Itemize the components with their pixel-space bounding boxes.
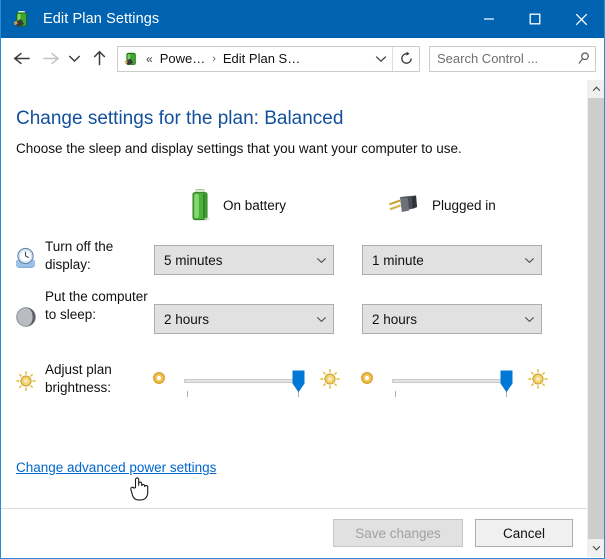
dropdown-value: 2 hours bbox=[372, 311, 418, 327]
address-bar[interactable]: « Powe… › Edit Plan S… bbox=[117, 45, 420, 72]
chevron-down-icon bbox=[517, 316, 541, 323]
breadcrumb-item-power-options[interactable]: Powe… bbox=[157, 51, 209, 66]
dropdown-sleep-plugged-in[interactable]: 2 hours bbox=[362, 304, 542, 334]
slider-thumb[interactable] bbox=[500, 370, 513, 393]
maximize-button[interactable] bbox=[512, 0, 558, 38]
chevron-down-icon bbox=[517, 257, 541, 264]
chevron-down-icon bbox=[309, 316, 333, 323]
slider-tick bbox=[187, 391, 188, 397]
dim-sun-icon bbox=[359, 370, 375, 391]
slider-brightness-plugged-in[interactable] bbox=[359, 366, 559, 400]
column-label: Plugged in bbox=[432, 197, 496, 213]
title-bar: Edit Plan Settings bbox=[1, 0, 604, 38]
dim-sun-icon bbox=[151, 370, 167, 391]
forward-button bbox=[37, 44, 63, 74]
double-chevron-separator: « bbox=[146, 51, 153, 66]
cancel-button[interactable]: Cancel bbox=[475, 519, 573, 547]
hand-pointer-cursor bbox=[129, 473, 151, 506]
search-box[interactable] bbox=[429, 45, 596, 72]
display-clock-icon bbox=[15, 247, 37, 269]
dropdown-turn-off-display-on-battery[interactable]: 5 minutes bbox=[154, 245, 334, 275]
save-changes-button[interactable]: Save changes bbox=[333, 519, 463, 547]
dropdown-value: 5 minutes bbox=[164, 252, 223, 268]
search-icon[interactable] bbox=[571, 51, 595, 66]
setting-row-brightness: Adjust plan brightness: bbox=[1, 358, 587, 404]
edit-plan-settings-window: Edit Plan Settings « Powe… › Edit Plan S… bbox=[0, 0, 605, 559]
setting-row-turn-off-display: Turn off the display: 5 minutes 1 minute bbox=[1, 235, 587, 281]
content-area: Change settings for the plan: Balanced C… bbox=[1, 80, 604, 557]
slider-thumb[interactable] bbox=[292, 370, 305, 393]
close-button[interactable] bbox=[558, 0, 604, 38]
slider-brightness-on-battery[interactable] bbox=[151, 366, 351, 400]
sleep-moon-icon bbox=[15, 306, 37, 328]
column-headers: On battery Plugged in bbox=[1, 186, 587, 224]
window-controls bbox=[466, 0, 604, 38]
setting-label: Turn off the display: bbox=[45, 239, 114, 272]
page-title: Change settings for the plan: Balanced bbox=[16, 108, 344, 129]
setting-row-sleep: Put the computer to sleep: 2 hours 2 hou… bbox=[1, 285, 587, 341]
footer-bar: Save changes Cancel bbox=[1, 508, 587, 557]
chevron-down-icon[interactable] bbox=[370, 47, 392, 71]
search-input[interactable] bbox=[430, 47, 571, 70]
chevron-down-icon bbox=[309, 257, 333, 264]
bright-sun-icon bbox=[319, 368, 341, 395]
bright-sun-icon bbox=[527, 368, 549, 395]
brightness-sun-icon bbox=[15, 370, 37, 392]
setting-label: Adjust plan brightness: bbox=[45, 362, 112, 395]
page-subtitle: Choose the sleep and display settings th… bbox=[16, 141, 462, 156]
column-label: On battery bbox=[223, 197, 287, 213]
scrollbar-down-arrow[interactable] bbox=[588, 539, 604, 557]
breadcrumb-separator-icon: › bbox=[212, 52, 216, 65]
power-plug-icon bbox=[386, 193, 420, 217]
navigation-toolbar: « Powe… › Edit Plan S… bbox=[1, 38, 604, 80]
slider-track[interactable] bbox=[184, 379, 301, 383]
refresh-icon[interactable] bbox=[392, 46, 419, 71]
dropdown-value: 2 hours bbox=[164, 311, 210, 327]
dropdown-turn-off-display-plugged-in[interactable]: 1 minute bbox=[362, 245, 542, 275]
settings-panel: Change settings for the plan: Balanced C… bbox=[1, 80, 587, 557]
dropdown-sleep-on-battery[interactable]: 2 hours bbox=[154, 304, 334, 334]
minimize-button[interactable] bbox=[466, 0, 512, 38]
battery-icon bbox=[189, 188, 211, 222]
dropdown-value: 1 minute bbox=[372, 252, 424, 268]
vertical-scrollbar[interactable] bbox=[587, 80, 604, 557]
power-plan-battery-icon bbox=[12, 9, 32, 29]
change-advanced-power-settings-link[interactable]: Change advanced power settings bbox=[16, 460, 216, 475]
scrollbar-thumb[interactable] bbox=[588, 98, 604, 539]
setting-label: Put the computer to sleep: bbox=[45, 289, 148, 322]
window-title: Edit Plan Settings bbox=[43, 11, 160, 27]
column-header-plugged-in: Plugged in bbox=[386, 186, 496, 224]
breadcrumb-item-edit-plan-settings[interactable]: Edit Plan S… bbox=[220, 51, 303, 66]
power-plan-battery-icon bbox=[123, 50, 140, 67]
slider-tick bbox=[395, 391, 396, 397]
recent-pages-button[interactable] bbox=[63, 44, 85, 74]
slider-track[interactable] bbox=[392, 379, 509, 383]
column-header-on-battery: On battery bbox=[189, 186, 286, 224]
scrollbar-up-arrow[interactable] bbox=[588, 80, 604, 98]
up-button[interactable] bbox=[85, 44, 113, 74]
back-button[interactable] bbox=[7, 44, 37, 74]
